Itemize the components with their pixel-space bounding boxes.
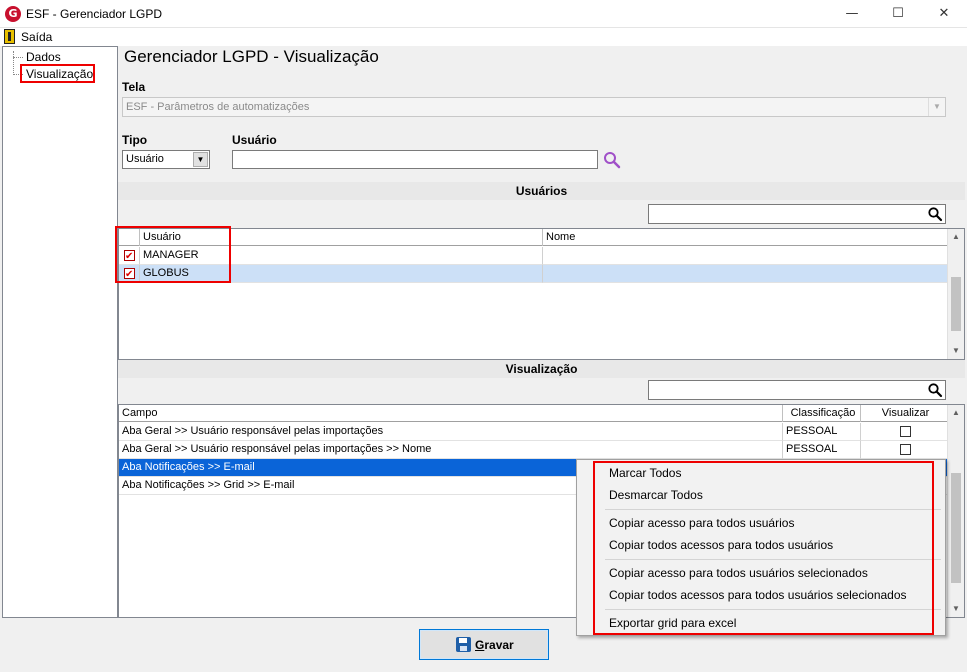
- title-bar: G ESF - Gerenciador LGPD — ☐ ✕: [0, 0, 967, 28]
- cell-campo: Aba Geral >> Usuário responsável pelas i…: [119, 423, 783, 441]
- cell-nome: [543, 265, 948, 283]
- navigation-tree: Dados Visualização: [2, 46, 118, 618]
- users-grid-header: Usuário Nome: [119, 229, 948, 246]
- cell-classificacao: PESSOAL: [783, 423, 861, 441]
- minimize-button[interactable]: —: [829, 0, 875, 28]
- table-row[interactable]: MANAGER: [119, 247, 948, 265]
- table-row[interactable]: Aba Geral >> Usuário responsável pelas i…: [119, 441, 948, 459]
- exit-door-icon[interactable]: [4, 29, 15, 44]
- app-logo-icon: G: [5, 6, 21, 22]
- tree-connector: [13, 57, 23, 58]
- cell-campo: Aba Geral >> Usuário responsável pelas i…: [119, 441, 783, 459]
- menu-bar: Saída: [0, 28, 967, 46]
- users-search-input[interactable]: [648, 204, 946, 224]
- visualizar-checkbox[interactable]: [900, 444, 911, 455]
- users-grid: Usuário Nome MANAGER GLOBUS ▲ ▼: [118, 228, 965, 360]
- column-header-nome[interactable]: Nome: [543, 229, 948, 246]
- table-row[interactable]: GLOBUS: [119, 265, 948, 283]
- cell-classificacao: PESSOAL: [783, 441, 861, 459]
- visualizar-checkbox[interactable]: [900, 426, 911, 437]
- view-section-header: Visualização: [118, 360, 965, 378]
- tree-connector: [13, 51, 14, 75]
- users-section-header: Usuários: [118, 182, 965, 200]
- save-disk-icon: [456, 637, 471, 652]
- cell-visualizar: [861, 423, 948, 441]
- save-button-label: Gravar: [475, 638, 514, 652]
- chevron-up-icon[interactable]: ▲: [948, 229, 964, 245]
- chevron-up-icon[interactable]: ▲: [948, 405, 964, 421]
- cell-visualizar: [861, 441, 948, 459]
- column-header-classificacao[interactable]: Classificação: [783, 405, 861, 422]
- column-header-campo[interactable]: Campo: [119, 405, 783, 422]
- highlight-box: [20, 64, 95, 83]
- scrollbar-thumb[interactable]: [951, 277, 961, 331]
- chevron-down-icon: ▼: [928, 98, 945, 116]
- search-icon[interactable]: [927, 382, 943, 398]
- highlight-box: [115, 226, 231, 283]
- view-search-input[interactable]: [648, 380, 946, 400]
- save-button[interactable]: Gravar: [419, 629, 549, 660]
- search-icon[interactable]: [602, 150, 622, 170]
- maximize-button[interactable]: ☐: [875, 0, 921, 28]
- column-header-visualizar[interactable]: Visualizar: [861, 405, 948, 422]
- scrollbar-thumb[interactable]: [951, 473, 961, 583]
- tree-item-dados[interactable]: Dados: [26, 50, 61, 64]
- usuario-input[interactable]: [232, 150, 598, 169]
- chevron-down-icon[interactable]: ▼: [193, 152, 208, 167]
- close-button[interactable]: ✕: [921, 0, 967, 28]
- chevron-down-icon[interactable]: ▼: [948, 601, 964, 617]
- view-grid-scrollbar[interactable]: ▲ ▼: [947, 405, 964, 617]
- search-icon[interactable]: [927, 206, 943, 222]
- view-grid-header: Campo Classificação Visualizar: [119, 405, 948, 422]
- tipo-select[interactable]: Usuário ▼: [122, 150, 210, 169]
- highlight-box: [593, 461, 934, 635]
- usuario-label: Usuário: [232, 133, 277, 147]
- page-title: Gerenciador LGPD - Visualização: [124, 47, 379, 66]
- tipo-select-value: Usuário: [126, 153, 164, 165]
- tela-select[interactable]: ESF - Parâmetros de automatizações ▼: [122, 97, 946, 117]
- window-title: ESF - Gerenciador LGPD: [26, 7, 163, 21]
- tela-select-value: ESF - Parâmetros de automatizações: [126, 101, 310, 113]
- users-grid-scrollbar[interactable]: ▲ ▼: [947, 229, 964, 359]
- tela-label: Tela: [122, 80, 146, 94]
- tipo-label: Tipo: [122, 133, 148, 147]
- table-row[interactable]: Aba Geral >> Usuário responsável pelas i…: [119, 423, 948, 441]
- context-menu: Marcar Todos Desmarcar Todos Copiar aces…: [576, 459, 946, 636]
- cell-nome: [543, 247, 948, 265]
- menu-item-exit[interactable]: Saída: [21, 30, 52, 44]
- chevron-down-icon[interactable]: ▼: [948, 343, 964, 359]
